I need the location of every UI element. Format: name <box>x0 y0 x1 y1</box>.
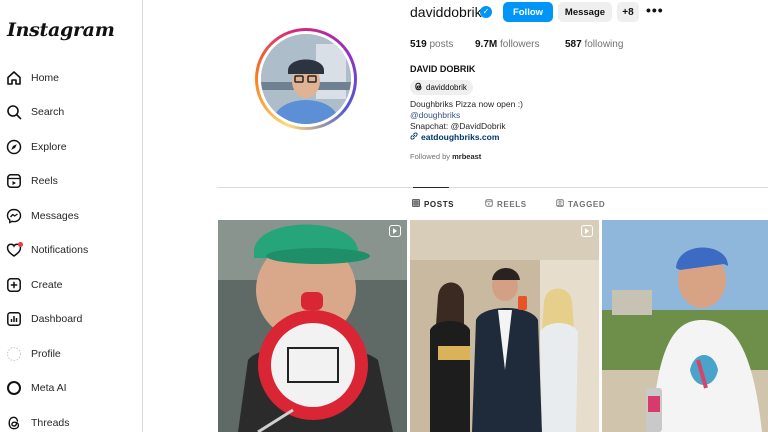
instagram-logo[interactable]: Instagram <box>7 19 115 41</box>
sidebar-item-notifications[interactable]: Notifications <box>0 235 142 265</box>
reels-icon <box>485 199 493 209</box>
profile-username: daviddobrik <box>410 4 482 20</box>
tab-reels[interactable]: REELS <box>485 199 527 209</box>
sidebar-item-create[interactable]: Create <box>0 270 142 300</box>
threads-badge[interactable]: daviddobrik <box>410 80 473 95</box>
post-image <box>410 220 599 432</box>
followers-count[interactable]: 9.7M followers <box>475 39 539 50</box>
meta-ai-icon <box>6 380 22 396</box>
sidebar-item-label: Dashboard <box>31 313 83 325</box>
sidebar-item-label: Reels <box>31 175 58 187</box>
grid-icon <box>412 199 420 209</box>
following-count[interactable]: 587 following <box>565 39 623 50</box>
link-icon <box>410 132 418 142</box>
sidebar-item-reels[interactable]: Reels <box>0 166 142 196</box>
verified-badge-icon: ✓ <box>480 6 492 18</box>
sidebar-item-dashboard[interactable]: Dashboard <box>0 304 142 334</box>
threads-icon <box>414 82 423 93</box>
post-image <box>602 220 768 432</box>
dashboard-icon <box>6 311 22 327</box>
profile-divider <box>217 187 768 188</box>
post-image <box>218 220 407 432</box>
active-tab-indicator <box>413 187 449 188</box>
tagged-icon <box>556 199 564 209</box>
sidebar-item-label: Meta AI <box>31 382 67 394</box>
post-thumbnail[interactable] <box>218 220 407 432</box>
profile-avatar-ring[interactable] <box>255 28 357 130</box>
posts-count: 519 posts <box>410 39 454 50</box>
sidebar-item-home[interactable]: Home <box>0 63 142 93</box>
post-thumbnail[interactable] <box>602 220 768 432</box>
sidebar-item-explore[interactable]: Explore <box>0 132 142 162</box>
compass-icon <box>6 139 22 155</box>
threads-handle: daviddobrik <box>426 83 467 92</box>
sidebar-item-label: Create <box>31 279 63 291</box>
sidebar-item-label: Home <box>31 72 60 84</box>
profile-avatar <box>261 34 351 124</box>
profile-full-name: DAVID DOBRIK <box>410 64 476 74</box>
home-icon <box>6 70 22 86</box>
bio-mention-link[interactable]: @doughbriks <box>410 110 460 120</box>
suggested-users-button[interactable]: +8 <box>617 2 639 22</box>
notification-dot <box>18 242 23 247</box>
sidebar: Instagram Home Search Explore Reels Mess… <box>0 0 143 432</box>
message-button[interactable]: Message <box>558 2 612 22</box>
website-link[interactable]: eatdoughbriks.com <box>410 132 499 142</box>
post-thumbnail[interactable] <box>410 220 599 432</box>
messenger-icon <box>6 208 22 224</box>
reels-icon <box>6 173 22 189</box>
sidebar-item-search[interactable]: Search <box>0 97 142 127</box>
add-user-icon: +8 <box>622 6 634 18</box>
bio-line: Doughbriks Pizza now open :) <box>410 99 523 109</box>
reel-indicator-icon <box>581 225 593 237</box>
sidebar-item-profile[interactable]: Profile <box>0 339 142 369</box>
sidebar-item-threads[interactable]: Threads <box>0 408 142 432</box>
threads-icon <box>6 415 22 431</box>
sidebar-item-label: Threads <box>31 417 70 429</box>
bio-line: Snapchat: @DavidDobrik <box>410 121 506 131</box>
sidebar-item-label: Profile <box>31 348 61 360</box>
profile-avatar-icon <box>6 346 22 362</box>
tab-posts[interactable]: POSTS <box>412 199 454 209</box>
more-options-icon[interactable]: ••• <box>646 2 664 18</box>
followed-by[interactable]: Followed by mrbeast <box>410 152 481 161</box>
search-icon <box>6 104 22 120</box>
sidebar-item-label: Search <box>31 106 65 118</box>
tab-tagged[interactable]: TAGGED <box>556 199 605 209</box>
sidebar-item-label: Notifications <box>31 244 89 256</box>
sidebar-item-messages[interactable]: Messages <box>0 201 142 231</box>
sidebar-item-label: Explore <box>31 141 67 153</box>
reel-indicator-icon <box>389 225 401 237</box>
plus-square-icon <box>6 277 22 293</box>
sidebar-item-meta-ai[interactable]: Meta AI <box>0 373 142 403</box>
sidebar-item-label: Messages <box>31 210 79 222</box>
follow-button[interactable]: Follow <box>503 2 553 22</box>
